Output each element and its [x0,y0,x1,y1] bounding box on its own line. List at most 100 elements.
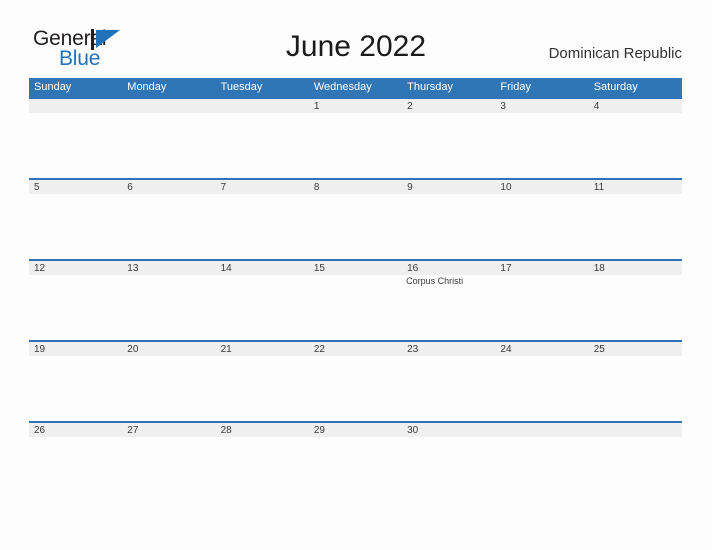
day-cell[interactable]: 11 [589,180,682,194]
day-cell[interactable]: 12 [29,261,122,275]
day-events-cell[interactable] [309,113,402,178]
day-number: 22 [313,344,325,355]
day-number: 25 [593,344,605,355]
day-events-cell[interactable] [216,194,309,259]
week-band: 5 6 7 8 9 10 11 [29,178,682,194]
day-events-cell[interactable] [495,194,588,259]
day-events-cell[interactable] [122,275,215,340]
day-number: 24 [500,344,512,355]
day-number: 2 [407,101,413,112]
day-events-cell[interactable] [309,356,402,421]
day-cell[interactable]: 2 [402,99,495,113]
day-cell[interactable]: 10 [495,180,588,194]
day-number: 4 [593,101,600,112]
weekday-thursday: Thursday [407,81,453,93]
day-cell[interactable]: 7 [216,180,309,194]
day-events-cell[interactable] [495,356,588,421]
day-cell[interactable]: 23 [402,342,495,356]
weekday-friday: Friday [500,81,531,93]
day-cell[interactable]: 17 [495,261,588,275]
weekday-header-row: Sunday Monday Tuesday Wednesday Thursday… [29,78,682,97]
weekday-sunday: Sunday [34,81,72,93]
day-events-cell[interactable] [589,437,682,502]
day-cell[interactable]: 18 [589,261,682,275]
event-label: Corpus Christi [406,276,464,286]
week-band: 19 20 21 22 23 24 25 [29,340,682,356]
day-events-cell[interactable] [29,437,122,502]
day-cell[interactable]: 26 [29,423,122,437]
day-cell[interactable]: 6 [122,180,215,194]
day-cell[interactable] [216,99,309,113]
day-cell[interactable] [589,423,682,437]
day-number: 13 [127,263,139,274]
week-events [29,356,682,421]
week-row: 1 2 3 4 [29,97,682,178]
day-number: 21 [220,344,232,355]
day-events-cell[interactable] [495,113,588,178]
day-cell[interactable]: 13 [122,261,215,275]
day-events-cell[interactable] [216,113,309,178]
day-events-cell[interactable] [309,275,402,340]
day-events-cell[interactable] [309,194,402,259]
day-cell[interactable] [29,99,122,113]
day-events-cell[interactable] [589,275,682,340]
day-events-cell[interactable] [495,275,588,340]
day-cell[interactable]: 24 [495,342,588,356]
day-cell[interactable]: 15 [309,261,402,275]
day-cell[interactable]: 1 [309,99,402,113]
day-cell[interactable]: 8 [309,180,402,194]
day-events-cell[interactable] [29,275,122,340]
weekday-monday: Monday [127,81,167,93]
day-events-cell[interactable] [495,437,588,502]
day-events-cell[interactable] [402,194,495,259]
day-cell[interactable]: 21 [216,342,309,356]
day-events-cell[interactable] [402,356,495,421]
day-cell[interactable]: 16 [402,261,495,275]
day-cell[interactable]: 5 [29,180,122,194]
day-cell[interactable]: 3 [495,99,588,113]
day-cell[interactable]: 22 [309,342,402,356]
day-events-cell[interactable] [216,437,309,502]
day-events-cell[interactable] [589,356,682,421]
day-cell[interactable]: 19 [29,342,122,356]
day-events-cell[interactable] [216,275,309,340]
week-events [29,437,682,502]
day-cell[interactable]: 9 [402,180,495,194]
week-band: 26 27 28 29 30 [29,421,682,437]
day-events-cell[interactable] [122,437,215,502]
day-cell[interactable] [122,99,215,113]
weekday-tuesday: Tuesday [220,81,263,93]
day-cell[interactable]: 30 [402,423,495,437]
week-band: 12 13 14 15 16 17 18 [29,259,682,275]
day-events-cell[interactable] [29,356,122,421]
day-cell[interactable]: 28 [216,423,309,437]
day-events-cell[interactable]: Corpus Christi [402,275,495,340]
day-cell[interactable]: 14 [216,261,309,275]
day-cell[interactable]: 20 [122,342,215,356]
day-events-cell[interactable] [122,356,215,421]
day-number: 18 [593,263,605,274]
day-events-cell[interactable] [309,437,402,502]
day-events-cell[interactable] [216,356,309,421]
day-number: 17 [500,263,512,274]
week-events [29,113,682,178]
day-cell[interactable]: 27 [122,423,215,437]
day-events-cell[interactable] [589,113,682,178]
day-events-cell[interactable] [589,194,682,259]
day-events-cell[interactable] [122,113,215,178]
day-events-cell[interactable] [402,437,495,502]
day-number: 8 [313,182,320,193]
day-events-cell[interactable] [122,194,215,259]
week-band: 1 2 3 4 [29,97,682,113]
day-number: 27 [127,425,139,436]
day-number: 7 [220,182,227,193]
day-cell[interactable]: 29 [309,423,402,437]
day-events-cell[interactable] [29,194,122,259]
day-cell[interactable] [495,423,588,437]
day-cell[interactable]: 4 [589,99,682,113]
day-cell[interactable]: 25 [589,342,682,356]
day-events-cell[interactable] [402,113,495,178]
week-row: 26 27 28 29 30 [29,421,682,502]
day-events-cell[interactable] [29,113,122,178]
day-number: 14 [220,263,232,274]
